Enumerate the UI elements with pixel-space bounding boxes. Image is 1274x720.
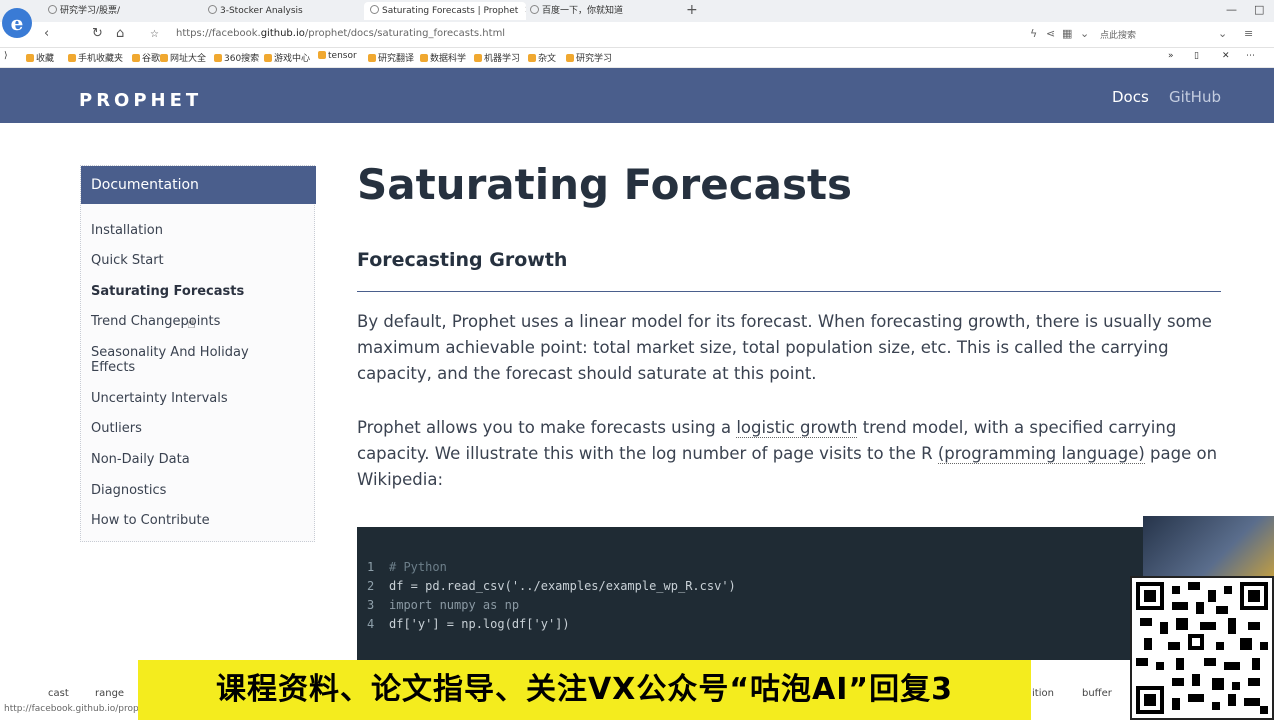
bookmark-item[interactable]: 谷歌 bbox=[132, 51, 160, 64]
background-word: range bbox=[95, 688, 125, 699]
bookmark-item[interactable]: 研究学习 bbox=[566, 51, 612, 64]
folder-icon bbox=[264, 54, 272, 62]
bookmark-item[interactable]: 游戏中心 bbox=[264, 51, 310, 64]
search-field[interactable]: 点此搜索 bbox=[1100, 28, 1136, 41]
star-icon[interactable]: ☆ bbox=[150, 29, 159, 40]
code-line: 1 # Python bbox=[367, 560, 447, 574]
presenter-video-thumbnail bbox=[1143, 516, 1274, 581]
code-line: 4 df['y'] = np.log(df['y']) bbox=[367, 617, 570, 631]
sidebar-heading[interactable]: Documentation bbox=[81, 166, 316, 204]
sidebar-item-non-daily-data[interactable]: Non-Daily Data bbox=[91, 452, 291, 467]
folder-icon bbox=[420, 54, 428, 62]
back-icon[interactable]: ‹ bbox=[44, 26, 49, 41]
sidebar-item-diagnostics[interactable]: Diagnostics bbox=[91, 483, 291, 498]
close-icon[interactable]: ✕ bbox=[1222, 51, 1230, 61]
site-logo[interactable]: PROPHET bbox=[79, 90, 202, 111]
programming-language-link[interactable]: (programming language) bbox=[937, 444, 1145, 464]
close-tab-icon[interactable]: ✕ bbox=[524, 5, 526, 16]
search-dropdown-icon[interactable]: ⌄ bbox=[1218, 27, 1227, 40]
sidebar-item-quick-start[interactable]: Quick Start bbox=[91, 253, 291, 268]
bookmark-item[interactable]: 研究翻译 bbox=[368, 51, 414, 64]
sidebar-toggle-icon[interactable]: ⟩ bbox=[4, 51, 8, 61]
folder-icon bbox=[566, 54, 574, 62]
sidebar-item-installation[interactable]: Installation bbox=[91, 223, 291, 238]
browser-tab[interactable]: 3-Stocker Analysis bbox=[208, 2, 358, 20]
browser-tab-active[interactable]: Saturating Forecasts | Prophet✕ bbox=[364, 2, 526, 20]
folder-icon bbox=[474, 54, 482, 62]
home-icon[interactable]: ⌂ bbox=[116, 26, 124, 41]
nav-docs-link[interactable]: Docs bbox=[1112, 88, 1149, 106]
folder-icon bbox=[528, 54, 536, 62]
sidebar-item-seasonality[interactable]: Seasonality And Holiday Effects bbox=[91, 345, 256, 375]
logistic-paragraph: Prophet allows you to make forecasts usi… bbox=[357, 418, 1218, 489]
maximize-icon[interactable]: □ bbox=[1254, 3, 1264, 16]
bookmark-item[interactable]: 360搜索 bbox=[214, 51, 259, 64]
section-divider bbox=[357, 291, 1221, 292]
bookmark-item[interactable]: 杂文 bbox=[528, 51, 556, 64]
bookmark-item[interactable]: 收藏 bbox=[26, 51, 54, 64]
code-block[interactable]: 1 # Python 2 df = pd.read_csv('../examples… bbox=[357, 527, 1152, 660]
docs-sidebar: Documentation Installation Quick Start S… bbox=[80, 165, 316, 542]
url-field[interactable]: https://facebook.github.io/prophet/docs/… bbox=[176, 28, 505, 39]
folder-icon bbox=[318, 51, 326, 59]
new-tab-button[interactable]: + bbox=[686, 2, 698, 18]
logistic-growth-link[interactable]: logistic growth bbox=[736, 418, 858, 438]
sidebar-item-saturating-forecasts[interactable]: Saturating Forecasts bbox=[91, 284, 291, 299]
nav-github-link[interactable]: GitHub bbox=[1169, 88, 1221, 106]
tab-favicon-icon bbox=[208, 5, 217, 14]
mobile-icon[interactable]: ▯ bbox=[1194, 51, 1199, 61]
share-icon[interactable]: ⋖ bbox=[1046, 27, 1055, 40]
browser-tab[interactable]: 研究学习/股票/ bbox=[48, 2, 188, 20]
tab-favicon-icon bbox=[48, 5, 57, 14]
intro-paragraph: By default, Prophet uses a linear model … bbox=[357, 312, 1212, 383]
browser-tab-bar: 研究学习/股票/ 3-Stocker Analysis Saturating F… bbox=[0, 0, 1274, 22]
lightning-icon[interactable]: ϟ bbox=[1030, 27, 1037, 40]
background-word: cast bbox=[48, 688, 69, 699]
folder-icon bbox=[132, 54, 140, 62]
page-title: Saturating Forecasts bbox=[357, 160, 853, 209]
status-bar-left bbox=[0, 680, 138, 720]
star-icon bbox=[26, 54, 34, 62]
address-bar: ‹ ↻ ⌂ ☆ https://facebook.github.io/proph… bbox=[0, 22, 1274, 48]
section-title: Forecasting Growth bbox=[357, 249, 568, 271]
promo-banner: 课程资料、论文指导、关注VX公众号“咕泡AI”回复3 bbox=[138, 660, 1031, 720]
qr-code-icon bbox=[1130, 576, 1274, 720]
minimize-icon[interactable]: — bbox=[1226, 3, 1237, 16]
site-header: PROPHET Docs GitHub bbox=[0, 68, 1274, 123]
dropdown-icon[interactable]: ⌄ bbox=[1080, 27, 1089, 40]
sidebar-item-uncertainty-intervals[interactable]: Uncertainty Intervals bbox=[91, 391, 291, 406]
sidebar-item-outliers[interactable]: Outliers bbox=[91, 421, 291, 436]
more-icon[interactable]: ⋯ bbox=[1246, 51, 1255, 61]
sidebar-item-how-to-contribute[interactable]: How to Contribute bbox=[91, 513, 291, 528]
bookmark-item[interactable]: tensor bbox=[318, 51, 357, 61]
browser-tab[interactable]: 百度一下，你就知道 bbox=[530, 2, 680, 20]
code-line: 3 import numpy as np bbox=[367, 598, 520, 612]
folder-icon bbox=[214, 54, 222, 62]
bookmark-item[interactable]: 手机收藏夹 bbox=[68, 51, 123, 64]
menu-icon[interactable]: ≡ bbox=[1244, 27, 1253, 40]
bookmark-item[interactable]: 数据科学 bbox=[420, 51, 466, 64]
grid-icon[interactable]: ▦ bbox=[1062, 27, 1072, 40]
bookmark-item[interactable]: 机器学习 bbox=[474, 51, 520, 64]
bookmark-item[interactable]: 网址大全 bbox=[160, 51, 206, 64]
folder-icon bbox=[68, 54, 76, 62]
code-line: 2 df = pd.read_csv('../examples/example_w… bbox=[367, 579, 736, 593]
bookmark-scroll-icon[interactable]: » bbox=[1168, 51, 1174, 61]
background-word: ition bbox=[1032, 688, 1054, 699]
background-word: buffer bbox=[1082, 688, 1112, 699]
bookmarks-bar: ⟩ 收藏 手机收藏夹 谷歌 网址大全 360搜索 游戏中心 tensor 研究翻… bbox=[0, 48, 1274, 68]
tab-favicon-icon bbox=[370, 5, 379, 14]
mouse-pointer-icon: ☝ bbox=[187, 316, 196, 332]
status-bar-right bbox=[1031, 680, 1131, 720]
reload-icon[interactable]: ↻ bbox=[92, 26, 103, 41]
browser-logo-icon: e bbox=[2, 8, 32, 38]
folder-icon bbox=[160, 54, 168, 62]
qr-code-pattern bbox=[1136, 582, 1268, 714]
folder-icon bbox=[368, 54, 376, 62]
tab-favicon-icon bbox=[530, 5, 539, 14]
